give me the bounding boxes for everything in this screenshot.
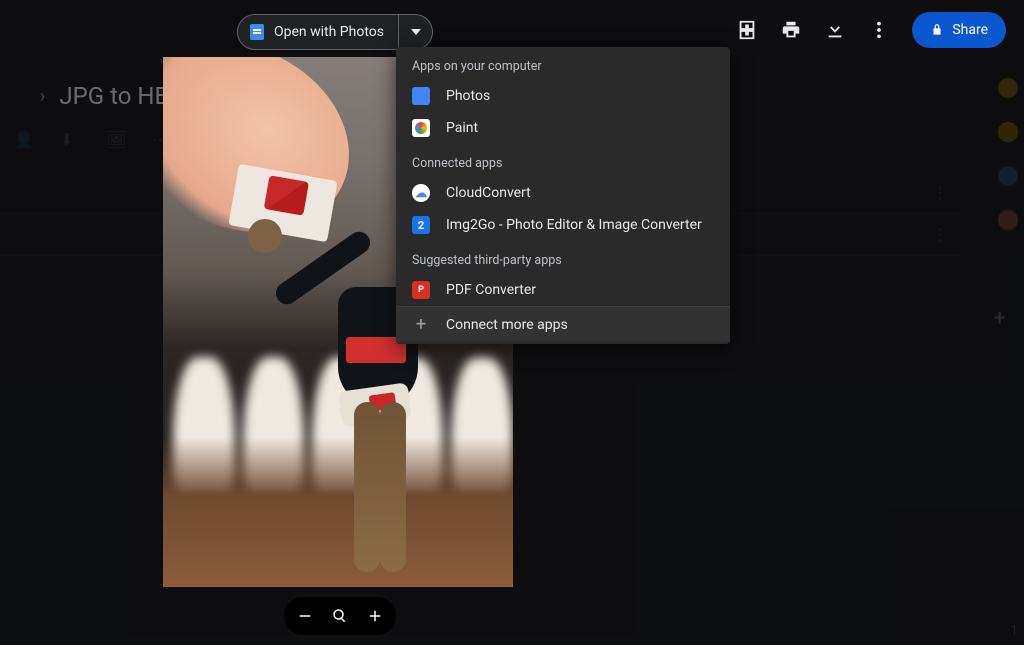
lock-icon xyxy=(930,23,944,37)
menu-section-connected: Connected apps xyxy=(396,144,730,177)
more-options-button[interactable] xyxy=(868,19,890,41)
menu-section-computer: Apps on your computer xyxy=(396,47,730,80)
pdf-icon: P xyxy=(412,281,430,299)
document-icon xyxy=(250,24,264,40)
side-panel-add-icon: + xyxy=(994,306,1006,331)
menu-item-connect-more-apps[interactable]: + Connect more apps xyxy=(396,306,730,342)
chevron-right-icon: › xyxy=(40,86,45,107)
page-indicator: 1 xyxy=(1010,623,1018,639)
menu-item-label: CloudConvert xyxy=(446,185,531,201)
menu-item-pdf-converter[interactable]: P PDF Converter xyxy=(396,274,730,306)
zoom-in-button[interactable] xyxy=(366,607,384,625)
open-with-menu: Apps on your computer Photos Paint Conne… xyxy=(396,47,730,344)
menu-item-label: PDF Converter xyxy=(446,282,536,298)
cloudconvert-icon xyxy=(412,184,430,202)
add-to-drive-button[interactable] xyxy=(736,19,758,41)
menu-item-paint[interactable]: Paint xyxy=(396,112,730,144)
photos-icon xyxy=(412,87,430,105)
menu-item-photos[interactable]: Photos xyxy=(396,80,730,112)
share-label: Share xyxy=(952,22,988,38)
menu-item-label: Img2Go - Photo Editor & Image Converter xyxy=(446,217,702,233)
menu-item-cloudconvert[interactable]: CloudConvert xyxy=(396,177,730,209)
plus-icon: + xyxy=(412,314,430,335)
menu-item-label: Photos xyxy=(446,88,490,104)
menu-item-label: Connect more apps xyxy=(446,317,568,333)
download-button[interactable] xyxy=(824,19,846,41)
side-panel-icons xyxy=(998,78,1018,230)
menu-item-label: Paint xyxy=(446,120,478,136)
menu-item-img2go[interactable]: 2 Img2Go - Photo Editor & Image Converte… xyxy=(396,209,730,241)
background-toolbar: 👤⬇🖼⋯ xyxy=(14,130,170,148)
menu-section-suggested: Suggested third-party apps xyxy=(396,241,730,274)
print-button[interactable] xyxy=(780,19,802,41)
paint-icon xyxy=(412,119,430,137)
open-with-label: Open with Photos xyxy=(274,24,384,40)
share-button[interactable]: Share xyxy=(912,12,1006,48)
zoom-controls xyxy=(284,597,396,635)
open-with-dropdown-caret[interactable] xyxy=(399,14,433,50)
img2go-icon: 2 xyxy=(412,216,430,234)
zoom-out-button[interactable] xyxy=(296,607,314,625)
open-with-button[interactable]: Open with Photos xyxy=(237,14,399,50)
zoom-reset-button[interactable] xyxy=(331,607,349,625)
